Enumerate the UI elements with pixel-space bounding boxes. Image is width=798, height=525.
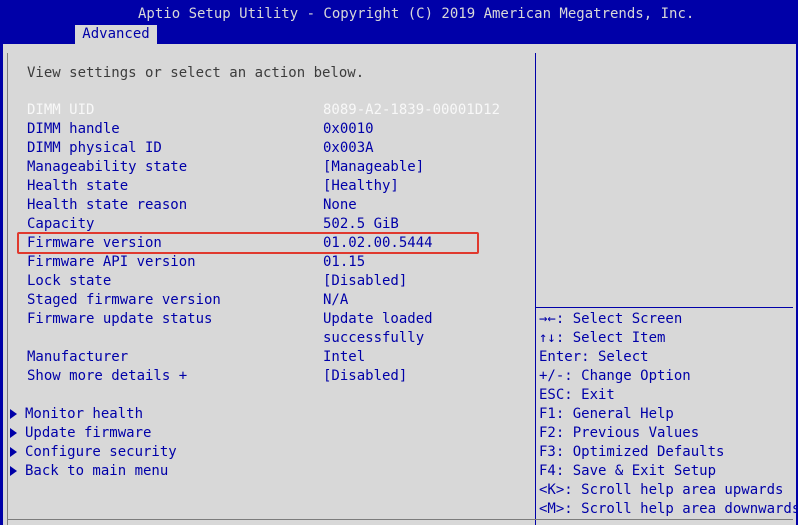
setting-label: DIMM UID bbox=[27, 102, 95, 118]
help-item: ↑↓: Select Item bbox=[539, 330, 666, 346]
setting-label: Health state reason bbox=[27, 197, 188, 213]
tab-advanced[interactable]: Advanced bbox=[75, 25, 157, 44]
intro-text: View settings or select an action below. bbox=[27, 65, 365, 81]
setting-label: Staged firmware version bbox=[27, 292, 221, 308]
setting-value: 0x003A bbox=[323, 140, 374, 156]
help-item: F2: Previous Values bbox=[539, 425, 700, 441]
setting-value: None bbox=[323, 197, 357, 213]
submenu-arrow-icon bbox=[10, 466, 17, 476]
help-item: <K>: Scroll help area upwards bbox=[539, 482, 784, 498]
setting-value[interactable]: [Healthy] bbox=[323, 177, 399, 196]
menu-item-configure-security[interactable]: Configure security bbox=[10, 443, 177, 462]
menu-item-monitor-health[interactable]: Monitor health bbox=[10, 405, 143, 424]
setting-value: 8089-A2-1839-00001D12 bbox=[323, 102, 501, 118]
setting-label: Firmware update status bbox=[27, 311, 213, 327]
menu-item-back-to-main-menu[interactable]: Back to main menu bbox=[10, 462, 168, 481]
setting-label: Manageability state bbox=[27, 159, 188, 175]
app-title: Aptio Setup Utility - Copyright (C) 2019… bbox=[138, 6, 695, 22]
submenu-arrow-icon bbox=[10, 428, 17, 438]
setting-label: DIMM handle bbox=[27, 121, 120, 137]
help-item: →←: Select Screen bbox=[539, 311, 683, 327]
title-bar: Aptio Setup Utility - Copyright (C) 2019… bbox=[0, 0, 798, 26]
firmware-version-highlight bbox=[17, 232, 479, 254]
setting-value[interactable]: [Manageable] bbox=[323, 158, 424, 177]
help-divider bbox=[536, 307, 793, 308]
setting-value-continued: successfully bbox=[323, 330, 425, 346]
setting-label: Show more details + bbox=[27, 368, 188, 384]
help-item: <M>: Scroll help area downwards bbox=[539, 501, 798, 517]
setting-value: Update loaded bbox=[323, 311, 433, 327]
setting-value: 0x0010 bbox=[323, 121, 374, 137]
menu-item-update-firmware[interactable]: Update firmware bbox=[10, 424, 151, 443]
setting-value[interactable]: [Disabled] bbox=[323, 272, 407, 291]
setting-value[interactable]: [Disabled] bbox=[323, 367, 407, 386]
submenu-arrow-icon bbox=[10, 409, 17, 419]
panel-bottom-rule bbox=[8, 519, 793, 520]
setting-value: N/A bbox=[323, 292, 349, 308]
setting-label: DIMM physical ID bbox=[27, 140, 162, 156]
menu-item-label: Back to main menu bbox=[25, 463, 169, 479]
submenu-arrow-icon bbox=[10, 447, 17, 457]
setting-label: Lock state bbox=[27, 273, 112, 289]
tab-strip: Advanced bbox=[0, 25, 798, 44]
help-item: ESC: Exit bbox=[539, 387, 615, 403]
menu-item-label: Monitor health bbox=[25, 406, 144, 422]
menu-item-label: Update firmware bbox=[25, 425, 152, 441]
setting-label: Firmware API version bbox=[27, 254, 196, 270]
menu-item-label: Configure security bbox=[25, 444, 177, 460]
setting-value: Intel bbox=[323, 349, 366, 365]
help-item: F1: General Help bbox=[539, 406, 674, 422]
help-item: +/-: Change Option bbox=[539, 368, 691, 384]
help-item: F3: Optimized Defaults bbox=[539, 444, 725, 460]
setting-label: Manufacturer bbox=[27, 349, 129, 365]
help-item: F4: Save & Exit Setup bbox=[539, 463, 717, 479]
help-item: Enter: Select bbox=[539, 349, 649, 365]
setting-value: 01.15 bbox=[323, 254, 366, 270]
setting-label: Health state bbox=[27, 178, 129, 194]
